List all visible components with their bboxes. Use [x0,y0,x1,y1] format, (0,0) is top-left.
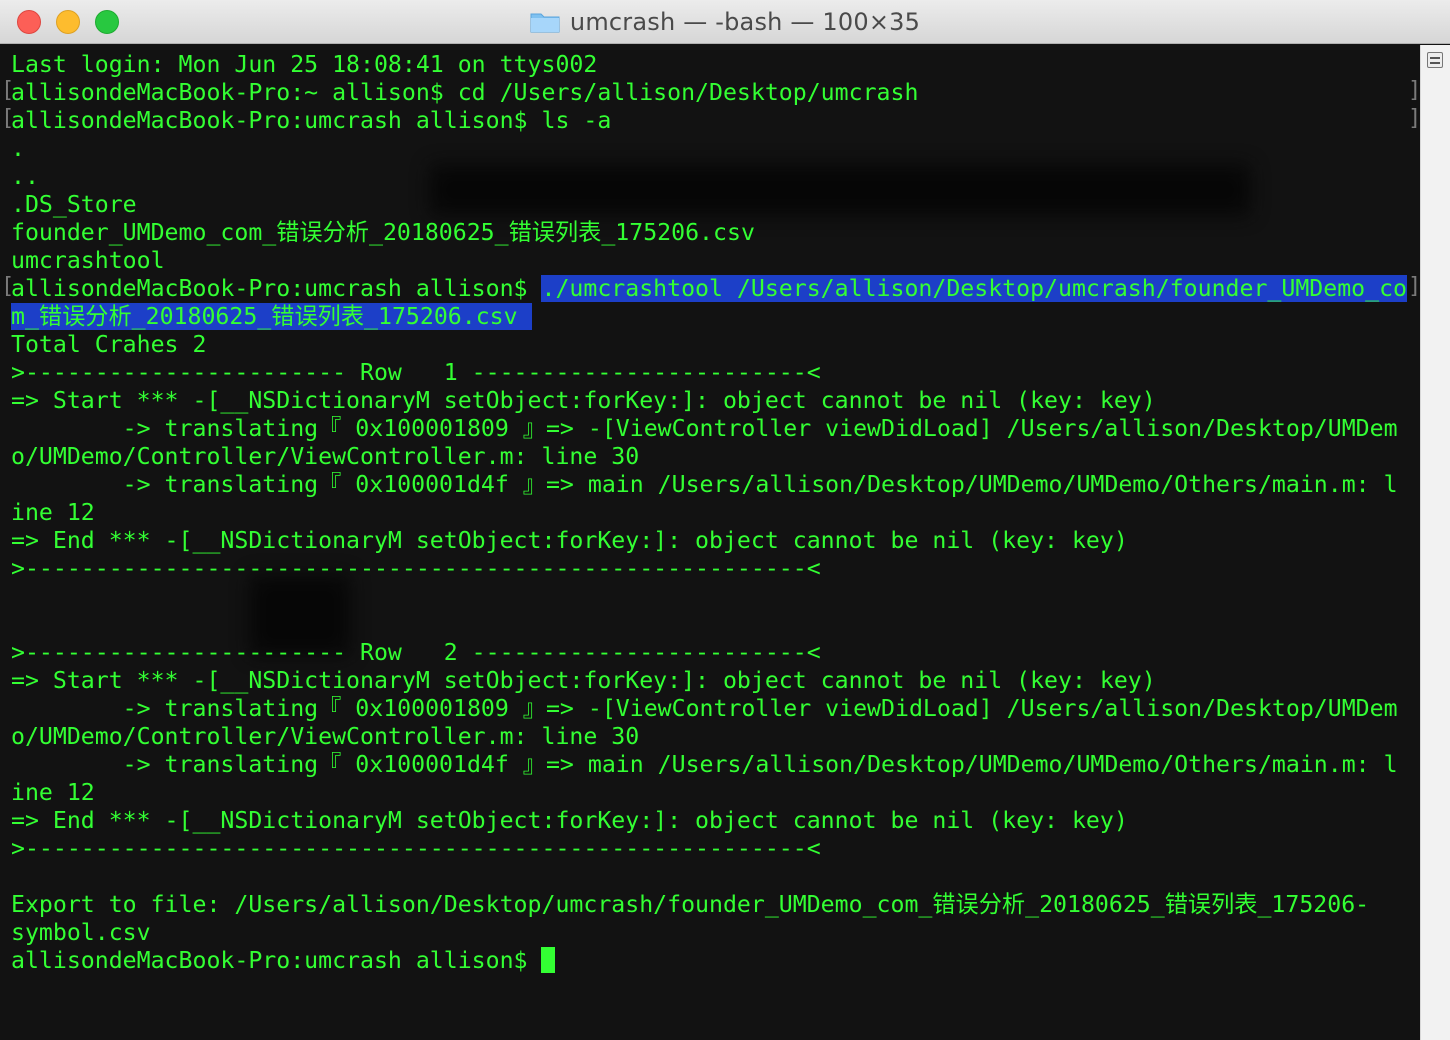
terminal-line: umcrashtool [11,247,165,274]
terminal-line: Last login: Mon Jun 25 18:08:41 on ttys0… [11,51,598,78]
prompt: allisondeMacBook-Pro:umcrash allison$ [11,947,542,974]
terminal-line: Total Crahes 2 [11,331,207,358]
terminal-line: founder_UMDemo_com_错误分析_20180625_错误列表_17… [11,219,755,246]
terminal-window: umcrash — -bash — 100×35 [ [ [ ] ] ] Las… [0,0,1450,1040]
prompt: allisondeMacBook-Pro:umcrash allison$ [11,275,542,302]
terminal-line: >---------------------------------------… [11,555,821,582]
terminal-line: -> translating『 0x100001809 』=> -[ViewCo… [11,415,1398,442]
terminal-line: . [11,135,25,162]
terminal-line: -> translating『 0x100001d4f 』=> main /Us… [11,751,1398,778]
selected-command-text[interactable]: m_错误分析_20180625_错误列表_175206.csv [11,303,532,330]
terminal-line: => Start *** -[__NSDictionaryM setObject… [11,667,1156,694]
window-title-group: umcrash — -bash — 100×35 [0,0,1450,44]
terminal-line: allisondeMacBook-Pro:umcrash allison$ ./… [11,275,1408,303]
scroll-menu-icon[interactable] [1427,52,1443,68]
line-marker-bracket: ] [1408,106,1420,131]
scrollbar[interactable] [1420,45,1450,1040]
selected-command-text[interactable]: ./umcrashtool /Users/allison/Desktop/umc… [541,275,1408,302]
line-marker-bracket: ] [1408,78,1420,103]
terminal-line: allisondeMacBook-Pro:umcrash allison$ ls… [11,107,612,134]
terminal-output: Last login: Mon Jun 25 18:08:41 on ttys0… [11,51,1408,975]
window-title: umcrash — -bash — 100×35 [569,8,921,36]
terminal-line: >----------------------- Row 2 ---------… [11,639,821,666]
terminal-line: => End *** -[__NSDictionaryM setObject:f… [11,527,1128,554]
terminal-line: -> translating『 0x100001809 』=> -[ViewCo… [11,695,1398,722]
line-marker-bracket: ] [1408,274,1420,299]
terminal-line: ine 12 [11,499,95,526]
terminal-line: => Start *** -[__NSDictionaryM setObject… [11,387,1156,414]
terminal-line[interactable]: allisondeMacBook-Pro:umcrash allison$ [11,947,1407,975]
terminal-line: .DS_Store [11,191,137,218]
terminal-line: .. [11,163,39,190]
terminal-line: symbol.csv [11,919,151,946]
terminal-line: >----------------------- Row 1 ---------… [11,359,821,386]
folder-icon [530,13,560,33]
terminal-line: allisondeMacBook-Pro:~ allison$ cd /User… [11,79,919,106]
terminal-line: -> translating『 0x100001d4f 』=> main /Us… [11,471,1398,498]
terminal-line: => End *** -[__NSDictionaryM setObject:f… [11,807,1128,834]
text-cursor [541,947,556,973]
terminal-body[interactable]: [ [ [ ] ] ] Last login: Mon Jun 25 18:08… [0,45,1420,1040]
terminal-line: >---------------------------------------… [11,835,821,862]
terminal-line: ine 12 [11,779,95,806]
terminal-line: Export to file: /Users/allison/Desktop/u… [11,891,1370,918]
terminal-line: m_错误分析_20180625_错误列表_175206.csv [11,303,1407,331]
title-bar[interactable]: umcrash — -bash — 100×35 [0,0,1450,44]
terminal-line: o/UMDemo/Controller/ViewController.m: li… [11,723,640,750]
terminal-line: o/UMDemo/Controller/ViewController.m: li… [11,443,640,470]
